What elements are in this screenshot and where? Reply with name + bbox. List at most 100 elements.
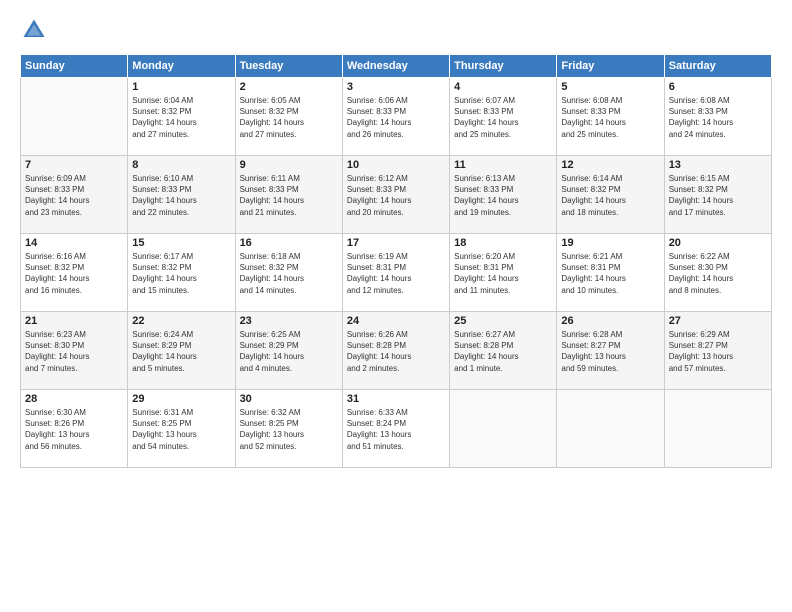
day-number: 17 bbox=[347, 237, 445, 249]
day-number: 9 bbox=[240, 159, 338, 171]
day-number: 10 bbox=[347, 159, 445, 171]
day-number: 22 bbox=[132, 315, 230, 327]
day-info: Sunrise: 6:21 AM Sunset: 8:31 PM Dayligh… bbox=[561, 251, 659, 296]
header-row: SundayMondayTuesdayWednesdayThursdayFrid… bbox=[21, 55, 772, 78]
day-info: Sunrise: 6:22 AM Sunset: 8:30 PM Dayligh… bbox=[669, 251, 767, 296]
day-info: Sunrise: 6:14 AM Sunset: 8:32 PM Dayligh… bbox=[561, 173, 659, 218]
calendar-week: 21 Sunrise: 6:23 AM Sunset: 8:30 PM Dayli… bbox=[21, 312, 772, 390]
calendar-cell: 28 Sunrise: 6:30 AM Sunset: 8:26 PM Dayli… bbox=[21, 390, 128, 468]
day-info: Sunrise: 6:13 AM Sunset: 8:33 PM Dayligh… bbox=[454, 173, 552, 218]
day-number: 3 bbox=[347, 81, 445, 93]
day-info: Sunrise: 6:30 AM Sunset: 8:26 PM Dayligh… bbox=[25, 407, 123, 452]
calendar-cell bbox=[450, 390, 557, 468]
calendar-cell: 17Sunrise: 6:19 AM Sunset: 8:31 PM Dayli… bbox=[342, 234, 449, 312]
header-day: Friday bbox=[557, 55, 664, 78]
calendar-cell: 2 Sunrise: 6:05 AM Sunset: 8:32 PM Daylig… bbox=[235, 78, 342, 156]
calendar-cell: 18 Sunrise: 6:20 AM Sunset: 8:31 PM Dayli… bbox=[450, 234, 557, 312]
calendar-cell: 26Sunrise: 6:28 AM Sunset: 8:27 PM Dayli… bbox=[557, 312, 664, 390]
day-number: 18 bbox=[454, 237, 552, 249]
day-info: Sunrise: 6:18 AM Sunset: 8:32 PM Dayligh… bbox=[240, 251, 338, 296]
day-info: Sunrise: 6:29 AM Sunset: 8:27 PM Dayligh… bbox=[669, 329, 767, 374]
day-number: 26 bbox=[561, 315, 659, 327]
header-day: Thursday bbox=[450, 55, 557, 78]
day-info: Sunrise: 6:08 AM Sunset: 8:33 PM Dayligh… bbox=[561, 95, 659, 140]
day-number: 25 bbox=[454, 315, 552, 327]
day-number: 1 bbox=[132, 81, 230, 93]
calendar-week: 28 Sunrise: 6:30 AM Sunset: 8:26 PM Dayli… bbox=[21, 390, 772, 468]
calendar-header: SundayMondayTuesdayWednesdayThursdayFrid… bbox=[21, 55, 772, 78]
header bbox=[20, 16, 772, 44]
day-info: Sunrise: 6:31 AM Sunset: 8:25 PM Dayligh… bbox=[132, 407, 230, 452]
day-number: 30 bbox=[240, 393, 338, 405]
calendar-cell: 9 Sunrise: 6:11 AM Sunset: 8:33 PM Daylig… bbox=[235, 156, 342, 234]
day-info: Sunrise: 6:06 AM Sunset: 8:33 PM Dayligh… bbox=[347, 95, 445, 140]
day-info: Sunrise: 6:27 AM Sunset: 8:28 PM Dayligh… bbox=[454, 329, 552, 374]
calendar-cell: 3 Sunrise: 6:06 AM Sunset: 8:33 PM Daylig… bbox=[342, 78, 449, 156]
calendar-cell: 12 Sunrise: 6:14 AM Sunset: 8:32 PM Dayli… bbox=[557, 156, 664, 234]
calendar-cell: 8Sunrise: 6:10 AM Sunset: 8:33 PM Daylig… bbox=[128, 156, 235, 234]
calendar-body: 1Sunrise: 6:04 AM Sunset: 8:32 PM Daylig… bbox=[21, 78, 772, 468]
day-info: Sunrise: 6:32 AM Sunset: 8:25 PM Dayligh… bbox=[240, 407, 338, 452]
calendar-week: 1Sunrise: 6:04 AM Sunset: 8:32 PM Daylig… bbox=[21, 78, 772, 156]
day-number: 28 bbox=[25, 393, 123, 405]
calendar-cell: 23 Sunrise: 6:25 AM Sunset: 8:29 PM Dayli… bbox=[235, 312, 342, 390]
day-number: 5 bbox=[561, 81, 659, 93]
day-info: Sunrise: 6:08 AM Sunset: 8:33 PM Dayligh… bbox=[669, 95, 767, 140]
calendar-cell bbox=[21, 78, 128, 156]
calendar-cell: 22 Sunrise: 6:24 AM Sunset: 8:29 PM Dayli… bbox=[128, 312, 235, 390]
calendar-cell: 1Sunrise: 6:04 AM Sunset: 8:32 PM Daylig… bbox=[128, 78, 235, 156]
calendar-cell: 6 Sunrise: 6:08 AM Sunset: 8:33 PM Daylig… bbox=[664, 78, 771, 156]
day-number: 12 bbox=[561, 159, 659, 171]
header-day: Wednesday bbox=[342, 55, 449, 78]
header-day: Tuesday bbox=[235, 55, 342, 78]
calendar-cell: 20Sunrise: 6:22 AM Sunset: 8:30 PM Dayli… bbox=[664, 234, 771, 312]
header-day: Monday bbox=[128, 55, 235, 78]
day-info: Sunrise: 6:10 AM Sunset: 8:33 PM Dayligh… bbox=[132, 173, 230, 218]
calendar-week: 7Sunrise: 6:09 AM Sunset: 8:33 PM Daylig… bbox=[21, 156, 772, 234]
day-number: 24 bbox=[347, 315, 445, 327]
calendar-cell: 10 Sunrise: 6:12 AM Sunset: 8:33 PM Dayli… bbox=[342, 156, 449, 234]
day-number: 23 bbox=[240, 315, 338, 327]
calendar-cell: 4 Sunrise: 6:07 AM Sunset: 8:33 PM Daylig… bbox=[450, 78, 557, 156]
day-number: 16 bbox=[240, 237, 338, 249]
day-info: Sunrise: 6:11 AM Sunset: 8:33 PM Dayligh… bbox=[240, 173, 338, 218]
calendar-cell: 31Sunrise: 6:33 AM Sunset: 8:24 PM Dayli… bbox=[342, 390, 449, 468]
calendar-cell: 27Sunrise: 6:29 AM Sunset: 8:27 PM Dayli… bbox=[664, 312, 771, 390]
calendar-cell: 5 Sunrise: 6:08 AM Sunset: 8:33 PM Daylig… bbox=[557, 78, 664, 156]
day-number: 4 bbox=[454, 81, 552, 93]
calendar-cell: 24 Sunrise: 6:26 AM Sunset: 8:28 PM Dayli… bbox=[342, 312, 449, 390]
day-info: Sunrise: 6:12 AM Sunset: 8:33 PM Dayligh… bbox=[347, 173, 445, 218]
day-info: Sunrise: 6:07 AM Sunset: 8:33 PM Dayligh… bbox=[454, 95, 552, 140]
page: SundayMondayTuesdayWednesdayThursdayFrid… bbox=[0, 0, 792, 612]
day-number: 7 bbox=[25, 159, 123, 171]
header-day: Sunday bbox=[21, 55, 128, 78]
day-number: 15 bbox=[132, 237, 230, 249]
header-day: Saturday bbox=[664, 55, 771, 78]
day-number: 6 bbox=[669, 81, 767, 93]
calendar-cell: 7Sunrise: 6:09 AM Sunset: 8:33 PM Daylig… bbox=[21, 156, 128, 234]
day-number: 21 bbox=[25, 315, 123, 327]
day-number: 2 bbox=[240, 81, 338, 93]
day-info: Sunrise: 6:23 AM Sunset: 8:30 PM Dayligh… bbox=[25, 329, 123, 374]
calendar-cell bbox=[664, 390, 771, 468]
day-number: 19 bbox=[561, 237, 659, 249]
day-info: Sunrise: 6:15 AM Sunset: 8:32 PM Dayligh… bbox=[669, 173, 767, 218]
day-number: 29 bbox=[132, 393, 230, 405]
day-info: Sunrise: 6:26 AM Sunset: 8:28 PM Dayligh… bbox=[347, 329, 445, 374]
calendar-cell: 19 Sunrise: 6:21 AM Sunset: 8:31 PM Dayli… bbox=[557, 234, 664, 312]
day-info: Sunrise: 6:05 AM Sunset: 8:32 PM Dayligh… bbox=[240, 95, 338, 140]
calendar-cell: 30 Sunrise: 6:32 AM Sunset: 8:25 PM Dayli… bbox=[235, 390, 342, 468]
calendar-cell: 15 Sunrise: 6:17 AM Sunset: 8:32 PM Dayli… bbox=[128, 234, 235, 312]
day-number: 14 bbox=[25, 237, 123, 249]
calendar-cell bbox=[557, 390, 664, 468]
day-info: Sunrise: 6:33 AM Sunset: 8:24 PM Dayligh… bbox=[347, 407, 445, 452]
day-info: Sunrise: 6:20 AM Sunset: 8:31 PM Dayligh… bbox=[454, 251, 552, 296]
day-info: Sunrise: 6:17 AM Sunset: 8:32 PM Dayligh… bbox=[132, 251, 230, 296]
calendar-cell: 29 Sunrise: 6:31 AM Sunset: 8:25 PM Dayli… bbox=[128, 390, 235, 468]
day-info: Sunrise: 6:25 AM Sunset: 8:29 PM Dayligh… bbox=[240, 329, 338, 374]
calendar-week: 14Sunrise: 6:16 AM Sunset: 8:32 PM Dayli… bbox=[21, 234, 772, 312]
logo bbox=[20, 16, 52, 44]
day-number: 11 bbox=[454, 159, 552, 171]
calendar-table: SundayMondayTuesdayWednesdayThursdayFrid… bbox=[20, 54, 772, 468]
day-info: Sunrise: 6:24 AM Sunset: 8:29 PM Dayligh… bbox=[132, 329, 230, 374]
